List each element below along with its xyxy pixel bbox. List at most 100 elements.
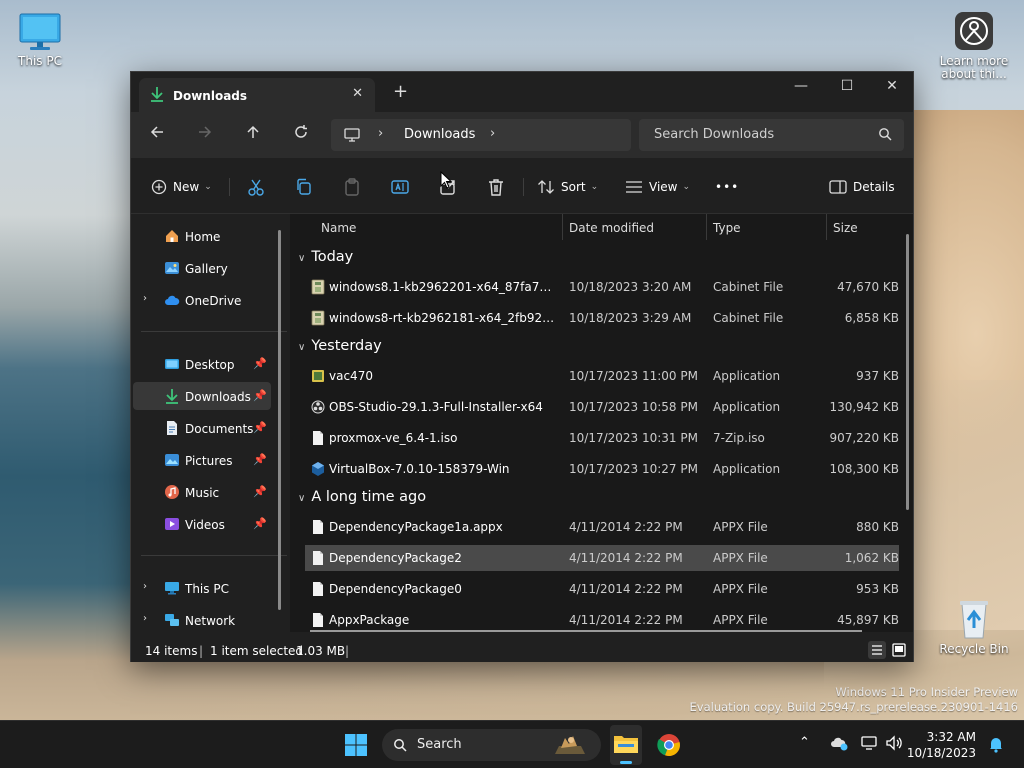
refresh-button[interactable] bbox=[289, 124, 313, 148]
sidebar-item-desktop[interactable]: Desktop 📌 bbox=[133, 350, 271, 378]
column-header-type[interactable]: Type bbox=[713, 221, 741, 251]
column-header-size[interactable]: Size bbox=[833, 221, 858, 251]
volume-icon[interactable] bbox=[885, 735, 903, 751]
divider bbox=[229, 178, 230, 196]
horizontal-scrollbar[interactable] bbox=[310, 630, 862, 632]
sidebar-item-gallery[interactable]: Gallery bbox=[133, 254, 271, 282]
taskbar-search[interactable]: Search bbox=[382, 729, 601, 761]
rename-icon[interactable] bbox=[389, 176, 411, 198]
details-button[interactable]: Details bbox=[829, 176, 895, 198]
details-view-icon[interactable] bbox=[868, 641, 886, 659]
file-row-selected[interactable]: DependencyPackage2 4/11/2014 2:22 PM APP… bbox=[305, 545, 899, 571]
file-date: 4/11/2014 2:22 PM bbox=[569, 613, 683, 627]
file-row[interactable]: windows8.1-kb2962201-x64_87fa741f5291...… bbox=[305, 274, 899, 300]
column-divider[interactable] bbox=[826, 214, 827, 240]
group-header-yesterday[interactable]: ∨ Yesterday bbox=[298, 338, 382, 354]
system-clock[interactable]: 3:32 AM 10/18/2023 bbox=[907, 729, 976, 761]
view-button[interactable]: View ⌄ bbox=[625, 176, 690, 198]
sidebar-item-home[interactable]: Home bbox=[133, 222, 271, 250]
chevron-right-icon[interactable]: › bbox=[143, 293, 147, 304]
file-row[interactable]: AppxPackage 4/11/2014 2:22 PM APPX File … bbox=[305, 607, 899, 632]
chrome-icon[interactable] bbox=[657, 733, 681, 757]
file-type: Cabinet File bbox=[713, 280, 784, 294]
file-type: APPX File bbox=[713, 582, 768, 596]
desktop-icon-learn-more[interactable]: Learn more about thi... bbox=[936, 10, 1012, 81]
new-button[interactable]: New ⌄ bbox=[151, 176, 212, 198]
minimize-button[interactable]: — bbox=[778, 72, 824, 104]
chevron-up-icon[interactable]: ⌃ bbox=[799, 735, 810, 750]
sidebar-item-onedrive[interactable]: › OneDrive bbox=[133, 286, 271, 314]
sidebar-item-videos[interactable]: Videos 📌 bbox=[133, 510, 271, 538]
file-type: Application bbox=[713, 400, 781, 414]
file-name: vac470 bbox=[329, 369, 373, 383]
desktop-icon-this-pc[interactable]: This PC bbox=[2, 12, 78, 68]
more-options-button[interactable]: ••• bbox=[715, 176, 739, 198]
sort-button[interactable]: Sort ⌄ bbox=[537, 176, 598, 198]
title-bar: Downloads ✕ + — ☐ ✕ bbox=[131, 72, 913, 112]
pin-icon: 📌 bbox=[253, 485, 267, 498]
file-row[interactable]: vac470 10/17/2023 11:00 PM Application 9… bbox=[305, 363, 899, 389]
back-button[interactable] bbox=[145, 124, 169, 148]
column-header-date[interactable]: Date modified bbox=[569, 221, 654, 251]
start-button[interactable] bbox=[344, 733, 368, 757]
tab-downloads[interactable]: Downloads ✕ bbox=[139, 78, 375, 112]
paste-icon[interactable] bbox=[341, 176, 363, 198]
onedrive-status-icon[interactable] bbox=[829, 735, 849, 751]
plus-circle-icon bbox=[151, 179, 167, 195]
forward-button[interactable] bbox=[193, 124, 217, 148]
chevron-right-icon[interactable]: › bbox=[143, 581, 147, 592]
tiles-view-icon[interactable] bbox=[890, 641, 908, 659]
column-divider[interactable] bbox=[562, 214, 563, 240]
file-row[interactable]: windows8-rt-kb2962181-x64_2fb9256d6b... … bbox=[305, 305, 899, 331]
sidebar-item-downloads[interactable]: Downloads 📌 bbox=[133, 382, 271, 410]
notification-bell-icon[interactable] bbox=[988, 735, 1004, 753]
application-icon bbox=[312, 370, 324, 382]
view-label: View bbox=[649, 180, 678, 194]
column-header-name[interactable]: Name bbox=[321, 221, 356, 251]
network-status-icon[interactable] bbox=[861, 735, 879, 751]
group-header-today[interactable]: ∨ Today bbox=[298, 249, 353, 265]
address-bar[interactable]: › Downloads › bbox=[331, 119, 631, 151]
sidebar-item-documents[interactable]: Documents 📌 bbox=[133, 414, 271, 442]
column-divider[interactable] bbox=[706, 214, 707, 240]
file-row[interactable]: DependencyPackage1a.appx 4/11/2014 2:22 … bbox=[305, 514, 899, 540]
file-row[interactable]: OBS-Studio-29.1.3-Full-Installer-x64 10/… bbox=[305, 394, 899, 420]
search-placeholder: Search Downloads bbox=[654, 127, 775, 142]
os-watermark: Windows 11 Pro Insider Preview Evaluatio… bbox=[690, 685, 1018, 715]
breadcrumb-chevron-icon[interactable]: › bbox=[490, 126, 495, 141]
new-tab-button[interactable]: + bbox=[393, 83, 408, 101]
pin-icon: 📌 bbox=[253, 389, 267, 402]
file-type: APPX File bbox=[713, 613, 768, 627]
chevron-down-icon: ⌄ bbox=[682, 182, 691, 192]
file-row[interactable]: VirtualBox-7.0.10-158379-Win 10/17/2023 … bbox=[305, 456, 899, 482]
sidebar-scrollbar[interactable] bbox=[278, 230, 281, 610]
chevron-down-icon: ⌄ bbox=[204, 182, 212, 192]
file-row[interactable]: DependencyPackage0 4/11/2014 2:22 PM APP… bbox=[305, 576, 899, 602]
tab-close-button[interactable]: ✕ bbox=[352, 86, 363, 101]
file-row[interactable]: proxmox-ve_6.4-1.iso 10/17/2023 10:31 PM… bbox=[305, 425, 899, 451]
sidebar-item-this-pc[interactable]: › This PC bbox=[133, 574, 271, 602]
chevron-down-icon: ∨ bbox=[298, 342, 306, 353]
obs-icon bbox=[311, 400, 325, 414]
vertical-scrollbar[interactable] bbox=[906, 234, 909, 510]
maximize-button[interactable]: ☐ bbox=[824, 72, 870, 104]
desktop-icon-recycle-bin[interactable]: Recycle Bin bbox=[936, 596, 1012, 656]
sidebar-item-pictures[interactable]: Pictures 📌 bbox=[133, 446, 271, 474]
sidebar-item-network[interactable]: › Network bbox=[133, 606, 271, 634]
copy-icon[interactable] bbox=[293, 176, 315, 198]
desktop-folder-icon bbox=[165, 359, 179, 369]
chevron-right-icon[interactable]: › bbox=[143, 613, 147, 624]
view-list-icon bbox=[626, 181, 642, 193]
group-header-long-ago[interactable]: ∨ A long time ago bbox=[298, 489, 426, 505]
taskbar-file-explorer[interactable] bbox=[610, 725, 642, 765]
file-icon bbox=[313, 613, 323, 627]
cut-icon[interactable] bbox=[245, 176, 267, 198]
sidebar-item-music[interactable]: Music 📌 bbox=[133, 478, 271, 506]
search-box[interactable]: Search Downloads bbox=[639, 119, 904, 151]
breadcrumb-chevron-icon[interactable]: › bbox=[378, 126, 383, 141]
file-list: Name Date modified Type Size ∨ Today wind… bbox=[290, 214, 913, 632]
breadcrumb-downloads[interactable]: Downloads bbox=[404, 127, 475, 142]
up-button[interactable] bbox=[241, 124, 265, 148]
delete-icon[interactable] bbox=[485, 176, 507, 198]
close-button[interactable]: ✕ bbox=[869, 72, 915, 104]
